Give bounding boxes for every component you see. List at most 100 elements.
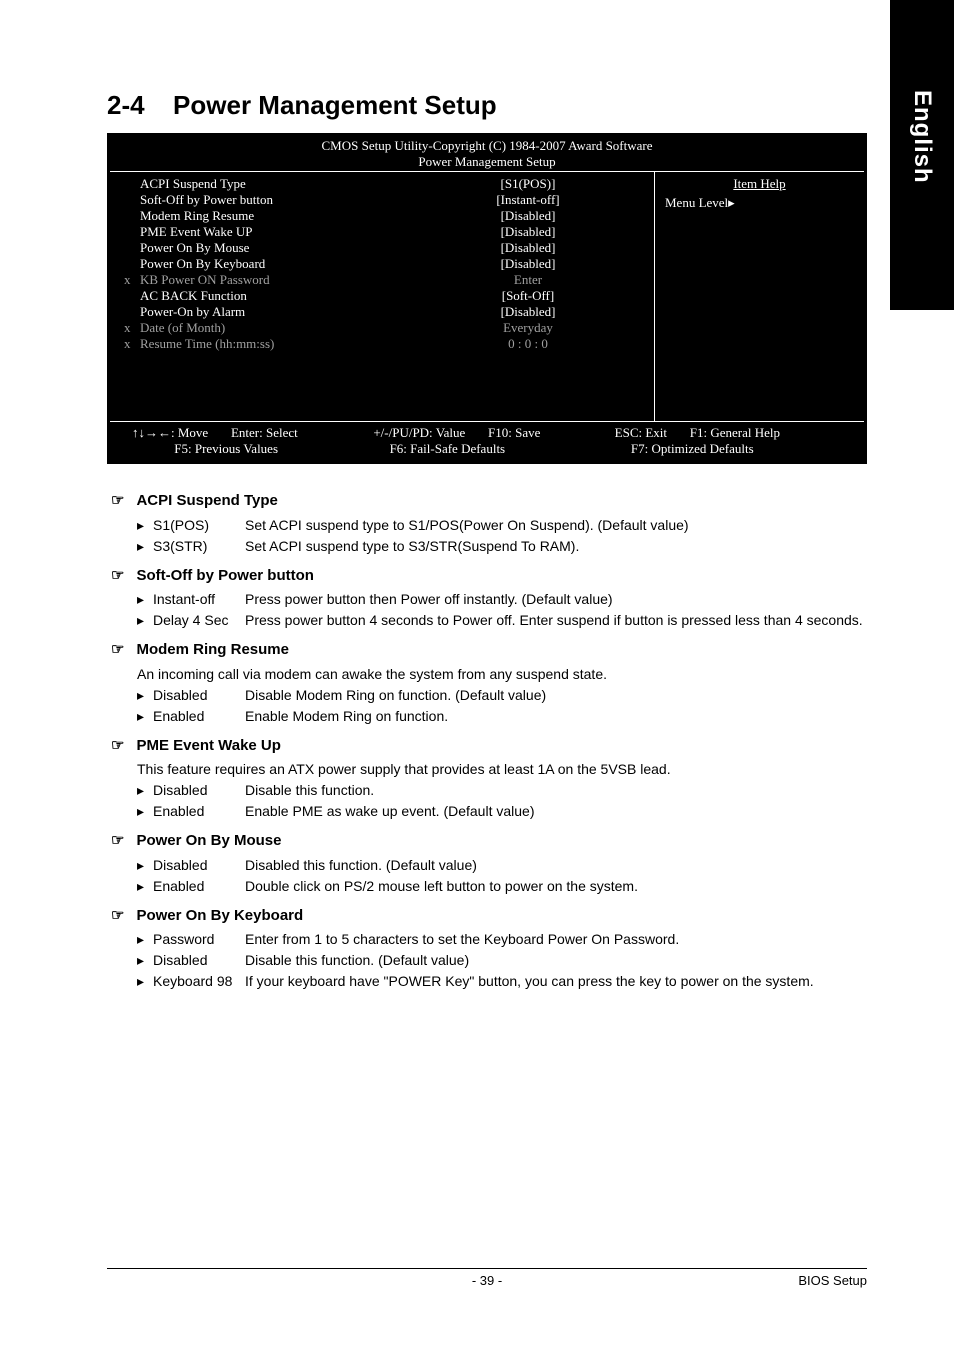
option-label: S3(STR) bbox=[153, 536, 245, 557]
hand-icon: ☞ bbox=[111, 905, 124, 928]
row-label: Date (of Month) bbox=[140, 320, 410, 336]
section-note: An incoming call via modem can awake the… bbox=[107, 664, 867, 685]
row-value: [Disabled] bbox=[410, 208, 646, 224]
page-footer: - 39 - BIOS Setup bbox=[107, 1268, 867, 1288]
section-subtitle-text: Power On By Keyboard bbox=[136, 905, 303, 928]
option-description: Enable Modem Ring on function. bbox=[245, 706, 867, 727]
row-label: KB Power ON Password bbox=[140, 272, 410, 288]
option-label: Enabled bbox=[153, 706, 245, 727]
descriptions: ☞ ACPI Suspend Type▸S1(POS)Set ACPI suspe… bbox=[107, 490, 867, 992]
description-section: ☞Power On By Keyboard▸PasswordEnter from… bbox=[107, 905, 867, 993]
option-row: ▸Keyboard 98If your keyboard have "POWER… bbox=[107, 971, 867, 992]
row-label: Power On By Mouse bbox=[140, 240, 410, 256]
bullet-icon: ▸ bbox=[137, 685, 153, 706]
row-value: [Instant-off] bbox=[410, 192, 646, 208]
section-subtitle-text: Power On By Mouse bbox=[136, 830, 281, 853]
option-description: Enable PME as wake up event. (Default va… bbox=[245, 801, 867, 822]
row-mark bbox=[118, 208, 140, 224]
row-mark: x bbox=[118, 336, 140, 352]
bios-screen: CMOS Setup Utility-Copyright (C) 1984-20… bbox=[107, 133, 867, 464]
bios-option-row[interactable]: AC BACK Function[Soft-Off] bbox=[118, 288, 646, 304]
bullet-icon: ▸ bbox=[137, 950, 153, 971]
option-label: Enabled bbox=[153, 801, 245, 822]
section-subtitle-text: PME Event Wake Up bbox=[136, 735, 280, 758]
row-value: [Disabled] bbox=[410, 304, 646, 320]
bios-option-row[interactable]: Modem Ring Resume[Disabled] bbox=[118, 208, 646, 224]
option-row: ▸DisabledDisabled this function. (Defaul… bbox=[107, 855, 867, 876]
footer-right: BIOS Setup bbox=[798, 1273, 867, 1288]
option-description: Disable this function. (Default value) bbox=[245, 950, 867, 971]
option-label: Instant-off bbox=[153, 589, 245, 610]
option-description: Press power button 4 seconds to Power of… bbox=[245, 610, 867, 631]
side-tab-label: English bbox=[908, 90, 936, 184]
footer-col-2: +/-/PU/PD: Value F10: Save F6: Fail-Safe… bbox=[373, 425, 614, 457]
row-label: ACPI Suspend Type bbox=[140, 176, 410, 192]
row-mark: x bbox=[118, 272, 140, 288]
option-row: ▸S1(POS)Set ACPI suspend type to S1/POS(… bbox=[107, 515, 867, 536]
row-mark: x bbox=[118, 320, 140, 336]
row-value: [Disabled] bbox=[410, 224, 646, 240]
row-mark bbox=[118, 256, 140, 272]
option-description: Set ACPI suspend type to S3/STR(Suspend … bbox=[245, 536, 867, 557]
footer-col-1: ↑↓→←: Move Enter: Select F5: Previous Va… bbox=[132, 425, 373, 457]
row-label: AC BACK Function bbox=[140, 288, 410, 304]
option-description: Disabled this function. (Default value) bbox=[245, 855, 867, 876]
section-subtitle-text: Modem Ring Resume bbox=[136, 639, 289, 662]
hand-icon: ☞ bbox=[111, 639, 124, 662]
description-section: ☞ Modem Ring ResumeAn incoming call via m… bbox=[107, 639, 867, 727]
row-label: Soft-Off by Power button bbox=[140, 192, 410, 208]
option-description: If your keyboard have "POWER Key" button… bbox=[245, 971, 867, 992]
row-value: Everyday bbox=[410, 320, 646, 336]
bios-option-row[interactable]: Power On By Keyboard[Disabled] bbox=[118, 256, 646, 272]
page-content: 2-4 Power Management Setup CMOS Setup Ut… bbox=[107, 90, 867, 1000]
bios-option-row[interactable]: Soft-Off by Power button[Instant-off] bbox=[118, 192, 646, 208]
item-help-title: Item Help bbox=[665, 176, 854, 192]
option-row: ▸EnabledDouble click on PS/2 mouse left … bbox=[107, 876, 867, 897]
option-row: ▸EnabledEnable PME as wake up event. (De… bbox=[107, 801, 867, 822]
section-subtitle: ☞ Power On By Mouse bbox=[107, 830, 867, 853]
bullet-icon: ▸ bbox=[137, 971, 153, 992]
bullet-icon: ▸ bbox=[137, 610, 153, 631]
row-value: Enter bbox=[410, 272, 646, 288]
bullet-icon: ▸ bbox=[137, 515, 153, 536]
option-description: Enter from 1 to 5 characters to set the … bbox=[245, 929, 867, 950]
section-note: This feature requires an ATX power suppl… bbox=[107, 759, 867, 780]
option-label: Keyboard 98 bbox=[153, 971, 245, 992]
footer-page-number: - 39 - bbox=[472, 1273, 502, 1288]
bios-option-row[interactable]: xDate (of Month)Everyday bbox=[118, 320, 646, 336]
section-subtitle-text: ACPI Suspend Type bbox=[136, 490, 277, 513]
row-mark bbox=[118, 304, 140, 320]
menu-level: Menu Level▸ bbox=[665, 195, 854, 211]
option-description: Set ACPI suspend type to S1/POS(Power On… bbox=[245, 515, 867, 536]
section-subtitle: ☞PME Event Wake Up bbox=[107, 735, 867, 758]
bios-title-2: Power Management Setup bbox=[110, 154, 864, 170]
row-value: [Disabled] bbox=[410, 256, 646, 272]
row-mark bbox=[118, 288, 140, 304]
bios-option-row[interactable]: Power On By Mouse[Disabled] bbox=[118, 240, 646, 256]
bios-option-row[interactable]: xKB Power ON PasswordEnter bbox=[118, 272, 646, 288]
bios-option-row[interactable]: ACPI Suspend Type[S1(POS)] bbox=[118, 176, 646, 192]
option-row: ▸EnabledEnable Modem Ring on function. bbox=[107, 706, 867, 727]
bios-options-panel: ACPI Suspend Type[S1(POS)]Soft-Off by Po… bbox=[110, 172, 654, 421]
section-subtitle: ☞Soft-Off by Power button bbox=[107, 565, 867, 588]
option-label: Disabled bbox=[153, 685, 245, 706]
option-row: ▸Delay 4 SecPress power button 4 seconds… bbox=[107, 610, 867, 631]
row-value: [S1(POS)] bbox=[410, 176, 646, 192]
description-section: ☞ACPI Suspend Type▸S1(POS)Set ACPI suspe… bbox=[107, 490, 867, 557]
row-label: Power On By Keyboard bbox=[140, 256, 410, 272]
description-section: ☞ Power On By Mouse▸DisabledDisabled this… bbox=[107, 830, 867, 897]
hand-icon: ☞ bbox=[111, 830, 124, 853]
section-heading: 2-4 Power Management Setup bbox=[107, 90, 867, 121]
option-label: Delay 4 Sec bbox=[153, 610, 245, 631]
row-label: Modem Ring Resume bbox=[140, 208, 410, 224]
option-description: Double click on PS/2 mouse left button t… bbox=[245, 876, 867, 897]
row-mark bbox=[118, 224, 140, 240]
bios-option-row[interactable]: Power-On by Alarm[Disabled] bbox=[118, 304, 646, 320]
option-label: Disabled bbox=[153, 950, 245, 971]
bios-option-row[interactable]: PME Event Wake UP[Disabled] bbox=[118, 224, 646, 240]
row-mark bbox=[118, 176, 140, 192]
bios-option-row[interactable]: xResume Time (hh:mm:ss)0 : 0 : 0 bbox=[118, 336, 646, 352]
option-description: Press power button then Power off instan… bbox=[245, 589, 867, 610]
section-subtitle: ☞ Power On By Keyboard bbox=[107, 905, 867, 928]
bullet-icon: ▸ bbox=[137, 929, 153, 950]
